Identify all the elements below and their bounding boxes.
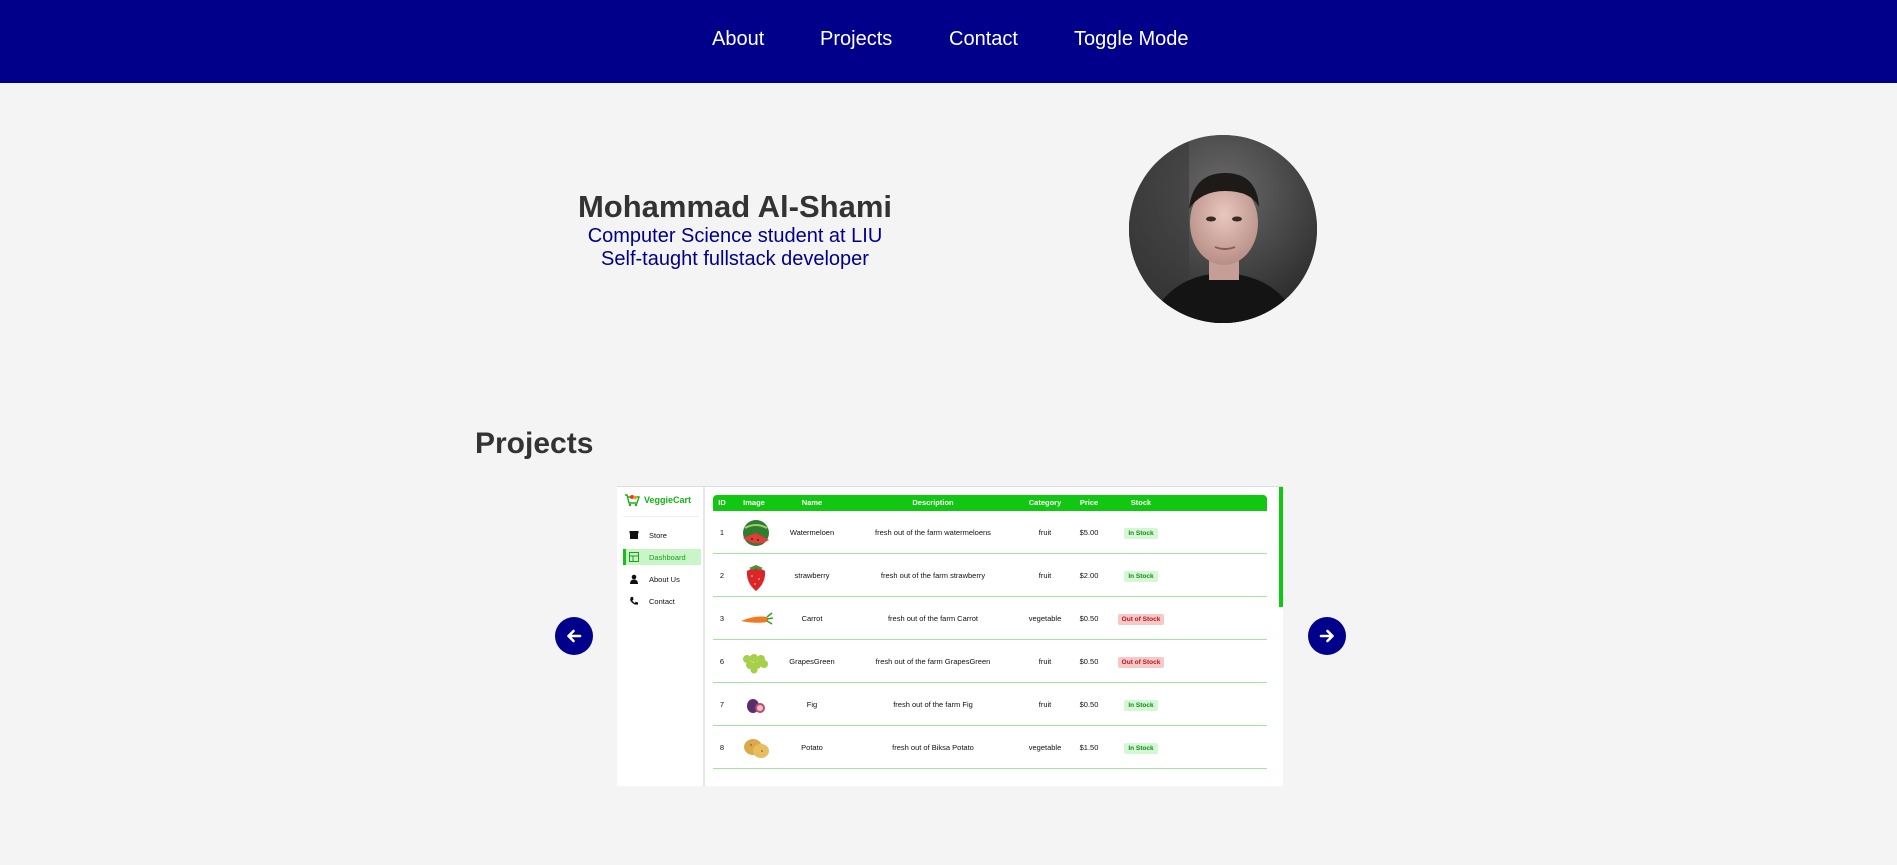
sidebar-item-label: Store xyxy=(649,530,667,540)
cell-price: $0.50 xyxy=(1079,614,1099,623)
cell-name: Fig xyxy=(806,700,818,709)
table-row: 2 strawberry fresh out of the farm strawbe… xyxy=(713,554,1267,597)
carrot-icon xyxy=(739,597,773,640)
cell-name: Potato xyxy=(801,743,823,752)
carousel-next-button[interactable] xyxy=(1308,617,1346,655)
toggle-mode-button[interactable]: Toggle Mode xyxy=(1074,26,1189,52)
veggiecart-logo: VeggieCart xyxy=(624,493,691,507)
cell-id: 7 xyxy=(719,700,725,709)
cell-category: vegetable xyxy=(1028,743,1062,752)
table-header: ID Image Name Description Category Price… xyxy=(713,495,1267,511)
hero-tagline-2: Self-taught fullstack developer xyxy=(601,248,869,270)
cell-stock: In Stock xyxy=(1113,554,1169,597)
col-stock: Stock xyxy=(1130,498,1152,507)
col-price: Price xyxy=(1079,498,1099,507)
table-row: 1 Watermeloen fresh out of the farm waterm… xyxy=(713,511,1267,554)
cell-id: 6 xyxy=(719,657,725,666)
cell-description: fresh out of the farm GrapesGreen xyxy=(875,657,991,666)
cell-description: fresh out of the farm Fig xyxy=(893,700,973,709)
products-table: ID Image Name Description Category Price… xyxy=(713,495,1267,769)
cell-description: fresh out of the farm strawberry xyxy=(880,571,986,580)
carousel-prev-button[interactable] xyxy=(555,617,593,655)
cell-id: 3 xyxy=(719,614,725,623)
cell-stock: In Stock xyxy=(1113,511,1169,554)
arrow-right-icon xyxy=(1319,629,1334,643)
phone-icon xyxy=(630,597,638,605)
stock-badge: Out of Stock xyxy=(1117,613,1165,625)
divider xyxy=(623,516,699,517)
sidebar-item-label: Dashboard xyxy=(649,552,686,562)
strawberry-icon xyxy=(739,554,773,597)
cell-category: fruit xyxy=(1038,657,1052,666)
hero-tagline-1: Computer Science student at LIU xyxy=(587,225,883,247)
watermelon-icon xyxy=(739,511,773,554)
stock-badge: In Stock xyxy=(1124,570,1158,582)
nav-projects-link[interactable]: Projects xyxy=(820,26,892,52)
stock-badge: Out of Stock xyxy=(1117,656,1165,668)
store-icon xyxy=(629,531,639,539)
sidebar-item-label: Contact xyxy=(649,596,675,606)
sidebar-item-store[interactable]: Store xyxy=(623,527,701,543)
cell-category: fruit xyxy=(1038,571,1052,580)
col-category: Category xyxy=(1028,498,1062,507)
cell-description: fresh out of Biksa Potato xyxy=(892,743,974,752)
cell-id: 8 xyxy=(719,743,725,752)
table-body: 1 Watermeloen fresh out of the farm waterm… xyxy=(713,511,1267,769)
hero-name: Mohammad Al-Shami xyxy=(577,189,893,224)
sidebar-item-contact[interactable]: Contact xyxy=(623,593,701,609)
brand-name: VeggieCart xyxy=(644,495,692,505)
nav-contact-link[interactable]: Contact xyxy=(949,26,1018,52)
cell-name: strawberry xyxy=(794,571,830,580)
sidebar-item-label: About Us xyxy=(649,574,680,584)
projects-heading: Projects xyxy=(475,427,594,460)
col-name: Name xyxy=(801,498,823,507)
cell-category: fruit xyxy=(1038,700,1052,709)
cell-name: Watermeloen xyxy=(789,528,835,537)
cell-name: GrapesGreen xyxy=(789,657,835,666)
table-row: 6 GrapesGreen fresh out of the farm Grapes… xyxy=(713,640,1267,683)
cell-price: $0.50 xyxy=(1079,700,1099,709)
cell-category: fruit xyxy=(1038,528,1052,537)
scrollbar[interactable] xyxy=(1279,487,1283,607)
col-id: ID xyxy=(718,498,726,507)
cell-id: 1 xyxy=(719,528,725,537)
stock-badge: In Stock xyxy=(1124,742,1158,754)
cell-description: fresh out of the farm watermeloens xyxy=(875,528,991,537)
table-row: 3 Carrot fresh out of the farm Carrot veget… xyxy=(713,597,1267,640)
cell-price: $1.50 xyxy=(1079,743,1099,752)
col-description: Description xyxy=(912,498,954,507)
col-image: Image xyxy=(743,498,765,507)
cell-stock: Out of Stock xyxy=(1113,640,1169,683)
cart-icon xyxy=(625,494,640,507)
stock-badge: In Stock xyxy=(1124,699,1158,711)
table-row: 7 Fig fresh out of the farm Fig fruit $0.50 I… xyxy=(713,683,1267,726)
table-row: 8 Potato fresh out of Biksa Potato vegetabl… xyxy=(713,726,1267,769)
cell-price: $0.50 xyxy=(1079,657,1099,666)
grapes-icon xyxy=(739,640,773,683)
cell-name: Carrot xyxy=(801,614,823,623)
sidebar-item-about-us[interactable]: About Us xyxy=(623,571,701,587)
top-navbar: About Projects Contact Toggle Mode xyxy=(0,0,1897,83)
veggiecart-sidebar: VeggieCart Store Dashboard About Us Cont… xyxy=(617,487,705,786)
arrow-left-icon xyxy=(567,629,582,643)
fig-icon xyxy=(739,683,773,726)
cell-description: fresh out of the farm Carrot xyxy=(887,614,979,623)
profile-photo xyxy=(1129,135,1317,323)
cell-stock: Out of Stock xyxy=(1113,597,1169,640)
user-icon xyxy=(630,574,638,584)
cell-price: $2.00 xyxy=(1079,571,1099,580)
cell-category: vegetable xyxy=(1028,614,1062,623)
nav-about-link[interactable]: About xyxy=(712,26,764,52)
cell-stock: In Stock xyxy=(1113,726,1169,769)
dashboard-icon xyxy=(629,552,639,562)
stock-badge: In Stock xyxy=(1124,527,1158,539)
potato-icon xyxy=(739,726,773,769)
cell-price: $5.00 xyxy=(1079,528,1099,537)
cell-id: 2 xyxy=(719,571,725,580)
sidebar-item-dashboard[interactable]: Dashboard xyxy=(623,549,701,565)
cell-stock: In Stock xyxy=(1113,683,1169,726)
project-screenshot[interactable]: VeggieCart Store Dashboard About Us Cont… xyxy=(617,486,1283,786)
